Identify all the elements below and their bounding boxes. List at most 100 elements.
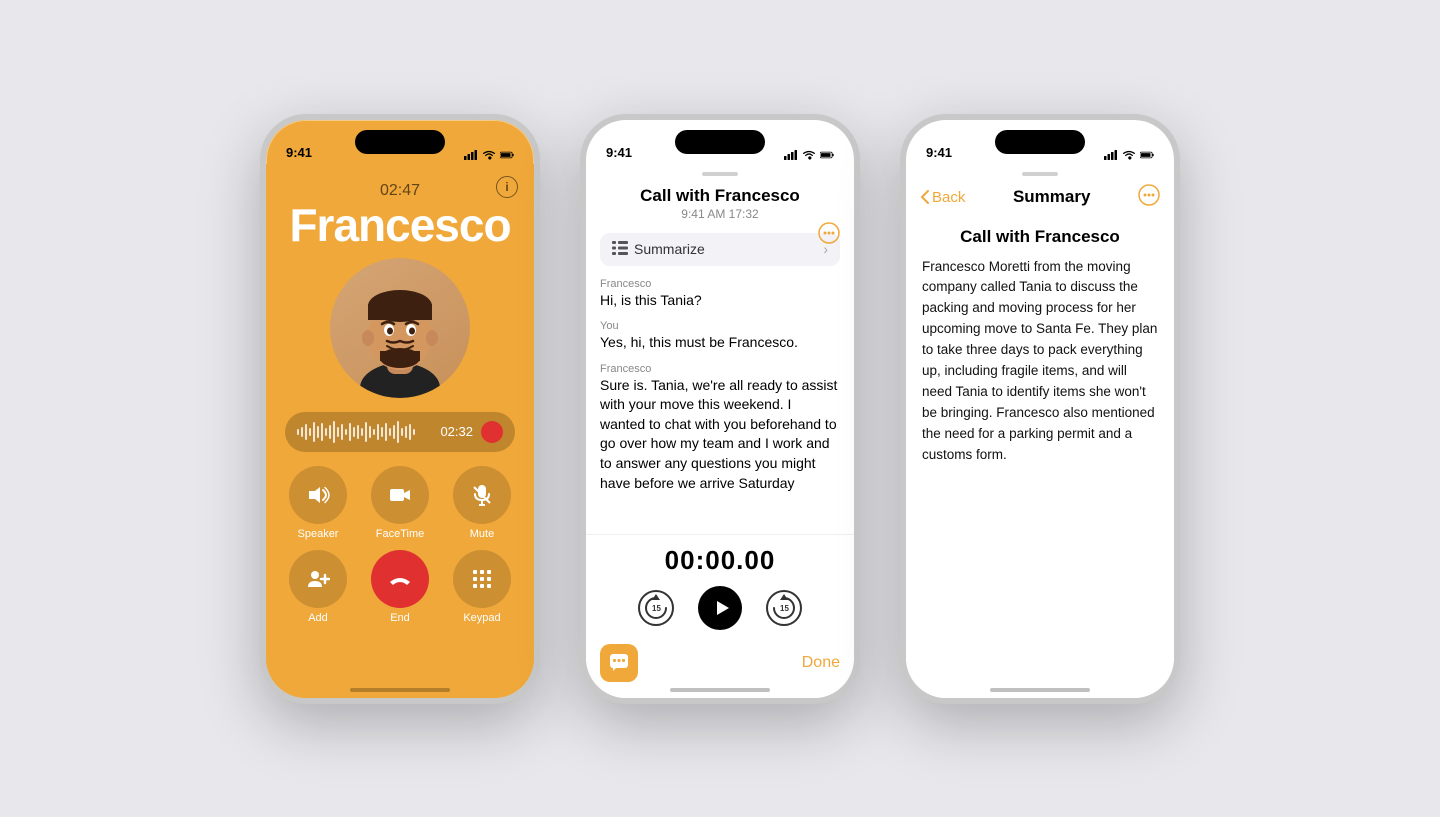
call-btn-keypad[interactable]: Keypad [446,550,518,624]
dynamic-island [355,130,445,154]
status-time-2: 9:41 [606,145,632,160]
add-label: Add [308,612,328,624]
caller-name: Francesco [289,202,510,248]
memoji-svg [335,268,465,398]
info-icon[interactable]: i [496,176,518,198]
message-text-1: Hi, is this Tania? [600,291,840,311]
status-icons-3 [1104,150,1154,160]
message-2: You Yes, hi, this must be Francesco. [600,320,840,353]
home-indicator-2 [670,688,770,692]
signal-icon-3 [1104,150,1118,160]
pull-handle-2 [702,172,738,176]
battery-icon-3 [1140,150,1154,160]
more-button-summary[interactable] [1138,184,1160,211]
back-label: Back [932,189,965,206]
chat-bubble-icon [609,653,629,673]
home-indicator-1 [350,688,450,692]
chat-icon-button[interactable] [600,644,638,682]
playback-section: 00:00.00 15 [586,534,854,636]
caller-avatar [330,258,470,398]
summary-body: Call with Francesco Francesco Moretti fr… [906,219,1174,698]
more-icon-3 [1138,184,1160,206]
speaker-1: Francesco [600,278,840,290]
phone-transcript: 9:41 Call with Francesco 9:4 [580,114,860,704]
playback-controls: 15 15 [600,586,840,630]
mute-label: Mute [470,528,494,540]
signal-icon [464,150,478,160]
speaker-3: Francesco [600,363,840,375]
call-content: i 02:47 Francesco [266,164,534,698]
done-button[interactable]: Done [802,654,840,672]
call-timer: 02:47 [380,182,420,200]
pull-handle-3 [1022,172,1058,176]
summary-nav: Back Summary [906,180,1174,219]
call-btn-end[interactable]: End [364,550,436,624]
speaker-2: You [600,320,840,332]
transcript-title: Call with Francesco [602,186,838,206]
facetime-label: FaceTime [376,528,425,540]
mute-icon [470,483,494,507]
summarize-inner: Summarize [612,241,705,258]
skip-back-icon: 15 [642,594,670,622]
speaker-icon [306,483,330,507]
call-btn-add[interactable]: Add [282,550,354,624]
waveform-bar: 02:32 [285,412,515,452]
home-indicator-3 [990,688,1090,692]
call-btn-speaker[interactable]: Speaker [282,466,354,540]
wifi-icon-2 [802,150,816,160]
list-icon [612,241,628,255]
call-btn-facetime[interactable]: FaceTime [364,466,436,540]
signal-icon-2 [784,150,798,160]
battery-icon-2 [820,150,834,160]
recording-time: 02:32 [440,424,473,439]
summary-content: Back Summary Call with Francesco Frances… [906,164,1174,698]
chevron-left-icon [920,190,930,204]
more-button-transcript[interactable] [818,222,840,249]
wifi-icon [482,150,496,160]
keypad-label: Keypad [463,612,500,624]
summary-nav-title: Summary [1013,187,1090,207]
phone-summary: 9:41 [900,114,1180,704]
keypad-icon [471,568,493,590]
call-buttons: Speaker FaceTime [282,466,518,624]
message-text-3: Sure is. Tania, we're all ready to assis… [600,376,840,494]
skip-forward-button[interactable]: 15 [766,590,802,626]
transcript-subtitle: 9:41 AM 17:32 [602,207,838,221]
summarize-icon [612,241,628,258]
facetime-icon [388,483,412,507]
message-3: Francesco Sure is. Tania, we're all read… [600,363,840,494]
svg-text:15: 15 [780,604,789,613]
end-call-icon [387,566,413,592]
summarize-label: Summarize [634,241,705,257]
status-icons-1 [464,150,514,160]
status-time-3: 9:41 [926,145,952,160]
skip-forward-icon: 15 [770,594,798,622]
message-text-2: Yes, hi, this must be Francesco. [600,333,840,353]
record-button[interactable] [481,421,503,443]
back-button[interactable]: Back [920,189,965,206]
speaker-label: Speaker [298,528,339,540]
end-label: End [390,612,410,624]
svg-text:15: 15 [652,604,661,613]
waveform-visual [297,421,434,443]
phone-active-call: 9:41 i 02:47 F [260,114,540,704]
status-icons-2 [784,150,834,160]
summary-text: Francesco Moretti from the moving compan… [922,257,1158,466]
add-person-icon [306,567,330,591]
battery-icon [500,150,514,160]
play-button[interactable] [698,586,742,630]
transcript-content: Call with Francesco 9:41 AM 17:32 [586,164,854,698]
status-time-1: 9:41 [286,145,312,160]
summarize-pill[interactable]: Summarize › [600,233,840,266]
summary-call-title: Call with Francesco [922,227,1158,247]
skip-back-button[interactable]: 15 [638,590,674,626]
wifi-icon-3 [1122,150,1136,160]
message-1: Francesco Hi, is this Tania? [600,278,840,311]
more-icon-2 [818,222,840,244]
playback-timer: 00:00.00 [600,545,840,576]
chat-messages: Francesco Hi, is this Tania? You Yes, hi… [586,272,854,534]
play-icon [713,599,731,617]
call-btn-mute[interactable]: Mute [446,466,518,540]
transcript-header: Call with Francesco 9:41 AM 17:32 [586,180,854,227]
dynamic-island-2 [675,130,765,154]
